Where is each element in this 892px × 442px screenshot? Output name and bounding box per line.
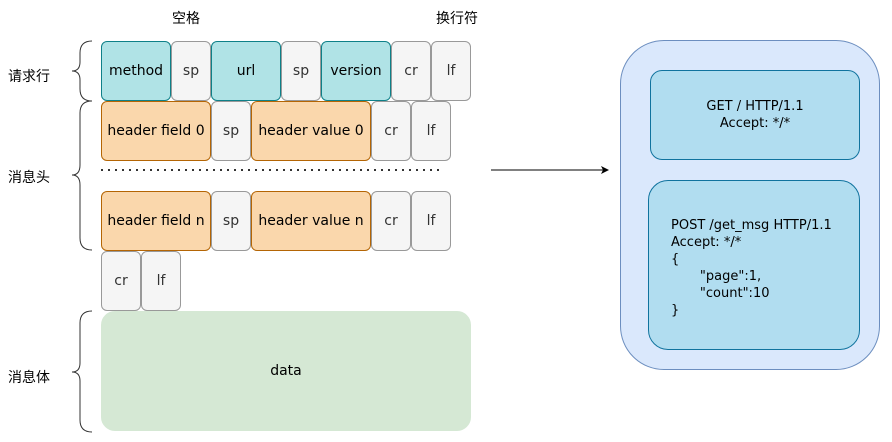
headers-bracket xyxy=(71,100,93,251)
lf-cell: lf xyxy=(411,191,451,251)
sp-cell: sp xyxy=(211,101,251,161)
request-line-bracket xyxy=(71,40,93,102)
header-value-0-cell: header value 0 xyxy=(251,101,371,161)
body-bracket xyxy=(71,310,93,433)
cr-cell: cr xyxy=(391,41,431,101)
lf-cell: lf xyxy=(141,251,181,311)
header-field-n-cell: header field n xyxy=(101,191,211,251)
version-cell: version xyxy=(321,41,391,101)
body-data-cell: data xyxy=(101,311,471,431)
post-example-box: POST /get_msg HTTP/1.1 Accept: */* { "pa… xyxy=(648,180,860,350)
get-example-box: GET / HTTP/1.1 Accept: */* xyxy=(650,70,860,160)
cr-cell: cr xyxy=(101,251,141,311)
sp-cell: sp xyxy=(211,191,251,251)
cr-cell: cr xyxy=(371,191,411,251)
sp-cell: sp xyxy=(281,41,321,101)
get-example-text: GET / HTTP/1.1 Accept: */* xyxy=(706,99,804,131)
url-cell: url xyxy=(211,41,281,101)
header-field-0-cell: header field 0 xyxy=(101,101,211,161)
method-cell: method xyxy=(101,41,171,101)
cr-cell: cr xyxy=(371,101,411,161)
lf-cell: lf xyxy=(411,101,451,161)
lf-cell: lf xyxy=(431,41,471,101)
post-example-text: POST /get_msg HTTP/1.1 Accept: */* { "pa… xyxy=(671,218,832,318)
header-value-n-cell: header value n xyxy=(251,191,371,251)
sp-cell: sp xyxy=(171,41,211,101)
